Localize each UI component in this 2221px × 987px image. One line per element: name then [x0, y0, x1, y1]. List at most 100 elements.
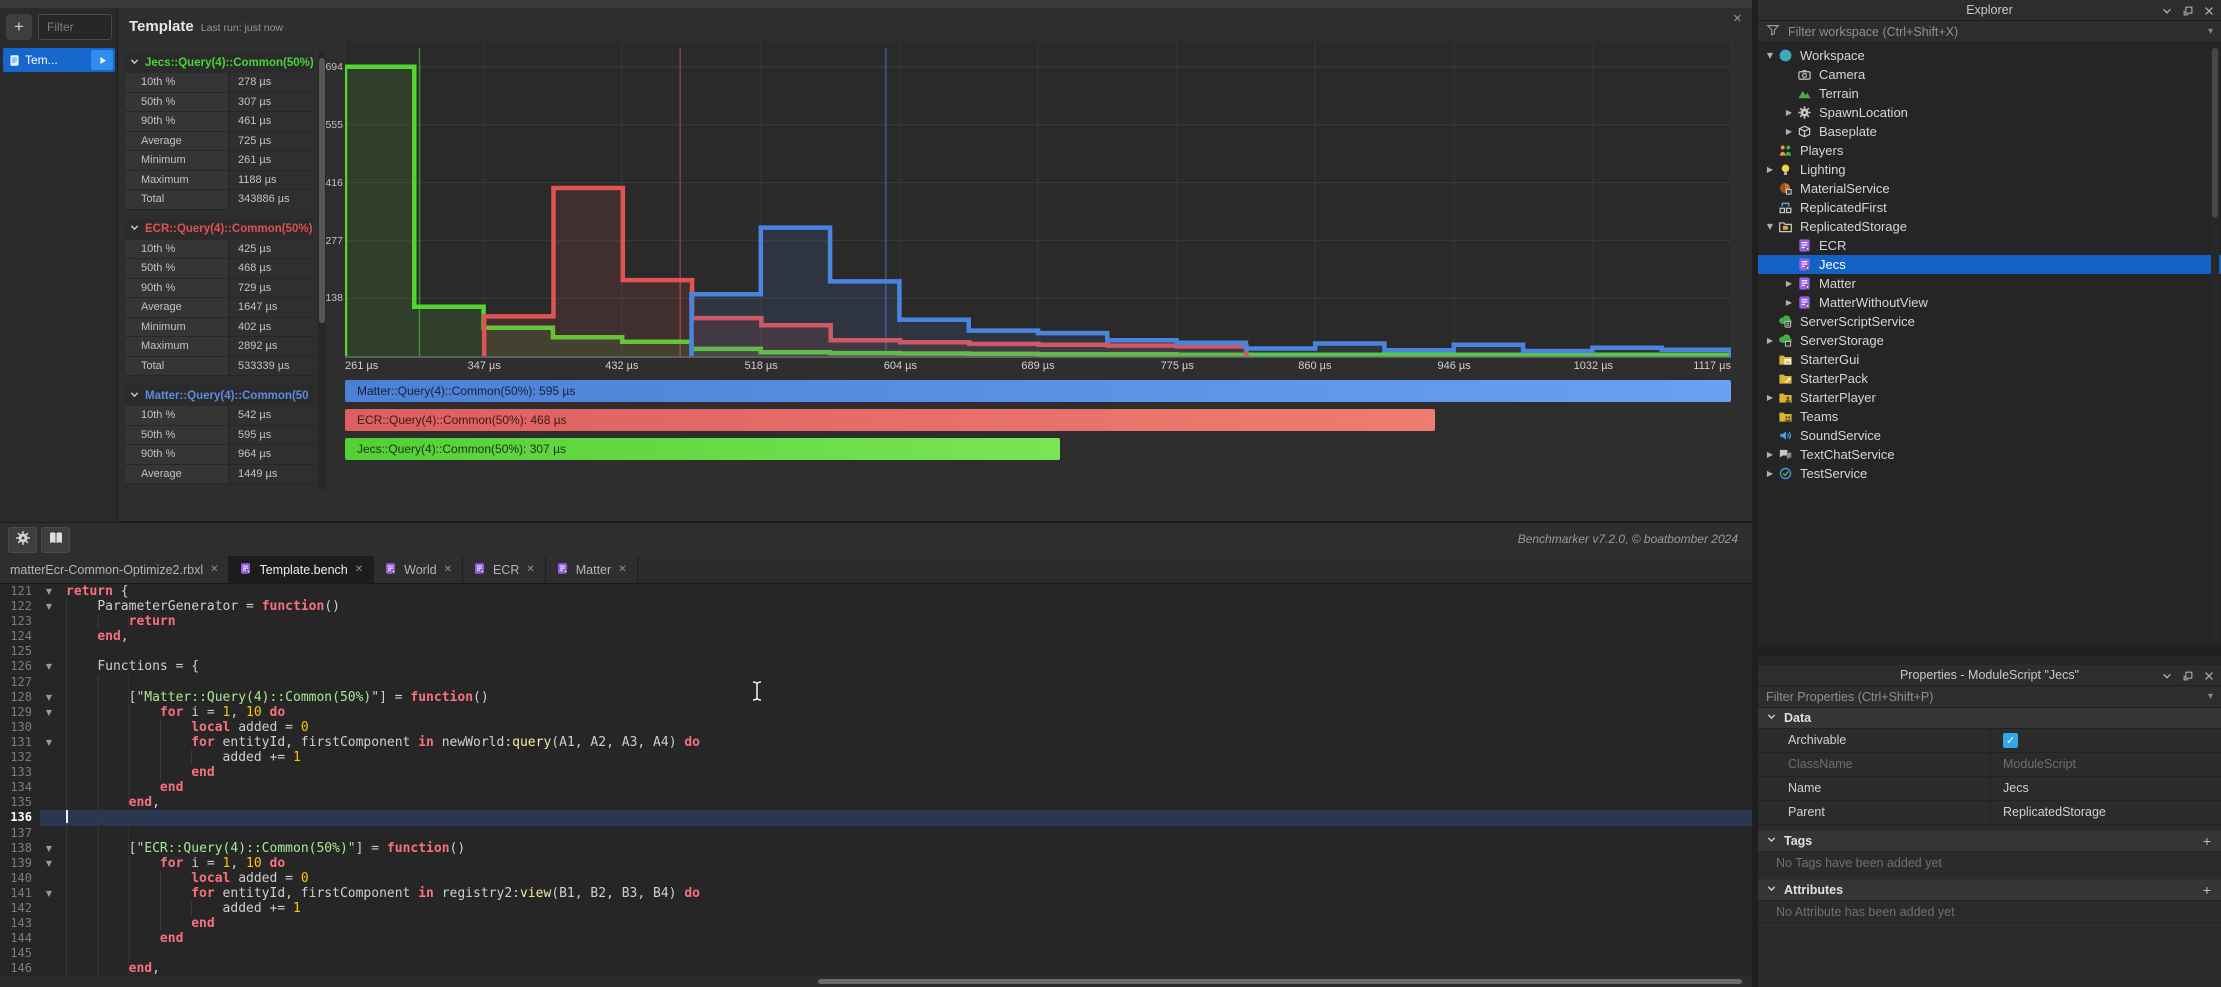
fold-arrow-icon[interactable]: ▼: [40, 705, 58, 720]
arrow-collapsed-icon[interactable]: ▶: [1782, 298, 1796, 307]
code-line[interactable]: 133 end: [0, 765, 1752, 780]
code-line[interactable]: 139▼ for i = 1, 10 do: [0, 856, 1752, 871]
tree-item-starterpack[interactable]: StarterPack: [1758, 369, 2221, 388]
properties-filter-input[interactable]: Filter Properties (Ctrl+Shift+P) ▾: [1758, 686, 2221, 708]
tab-close-icon[interactable]: ✕: [355, 564, 363, 575]
stats-group-header[interactable]: Jecs::Query(4)::Common(50%): [125, 52, 313, 73]
code-line[interactable]: 130 local added = 0: [0, 720, 1752, 735]
fold-arrow-icon[interactable]: ▼: [40, 735, 58, 750]
editor-tab[interactable]: Matter✕: [546, 556, 638, 583]
arrow-expanded-icon[interactable]: ▼: [1763, 51, 1777, 60]
code-line[interactable]: 137: [0, 826, 1752, 841]
code-line[interactable]: 141▼ for entityId, firstComponent in reg…: [0, 886, 1752, 901]
explorer-scrollbar[interactable]: [2211, 46, 2219, 641]
editor-horizontal-scrollbar[interactable]: [0, 976, 1752, 987]
tree-item-workspace[interactable]: ▼Workspace: [1758, 46, 2221, 65]
code-line[interactable]: 131▼ for entityId, firstComponent in new…: [0, 735, 1752, 750]
tab-close-icon[interactable]: ✕: [444, 564, 452, 575]
code-line[interactable]: 146 end,: [0, 961, 1752, 976]
editor-tab[interactable]: Template.bench✕: [229, 556, 374, 583]
tree-item-replicatedfirst[interactable]: ReplicatedFirst: [1758, 198, 2221, 217]
property-value[interactable]: Jecs: [1990, 777, 2221, 800]
editor-tab[interactable]: ECR✕: [463, 556, 546, 583]
tree-item-testservice[interactable]: ▶TestService: [1758, 464, 2221, 483]
section-header-data[interactable]: Data: [1758, 708, 2221, 729]
code-line[interactable]: 122▼ ParameterGenerator = function(): [0, 599, 1752, 614]
tree-item-terrain[interactable]: Terrain: [1758, 84, 2221, 103]
property-value[interactable]: ReplicatedStorage: [1990, 801, 2221, 824]
tree-item-replicatedstorage[interactable]: ▼ReplicatedStorage: [1758, 217, 2221, 236]
benchmarker-close-icon[interactable]: ✕: [1733, 12, 1742, 25]
float-window-icon[interactable]: [2182, 668, 2194, 688]
checkbox-checked[interactable]: ✓: [2003, 733, 2018, 748]
tree-item-lighting[interactable]: ▶Lighting: [1758, 160, 2221, 179]
arrow-collapsed-icon[interactable]: ▶: [1782, 127, 1796, 136]
tree-item-starterplayer[interactable]: ▶StarterPlayer: [1758, 388, 2221, 407]
arrow-collapsed-icon[interactable]: ▶: [1763, 450, 1777, 459]
tab-close-icon[interactable]: ✕: [210, 564, 218, 575]
tree-item-jecs[interactable]: Jecs: [1758, 255, 2221, 274]
code-line[interactable]: 128▼ ["Matter::Query(4)::Common(50%)"] =…: [0, 690, 1752, 705]
code-line[interactable]: 144 end: [0, 931, 1752, 946]
code-line[interactable]: 125: [0, 644, 1752, 659]
code-line[interactable]: 132 added += 1: [0, 750, 1752, 765]
editor-tab[interactable]: matterEcr-Common-Optimize2.rbxl✕: [0, 556, 229, 583]
code-line[interactable]: 142 added += 1: [0, 901, 1752, 916]
arrow-collapsed-icon[interactable]: ▶: [1763, 336, 1777, 345]
close-icon[interactable]: [2203, 668, 2215, 688]
settings-button[interactable]: [8, 527, 37, 553]
code-editor[interactable]: 121▼return {122▼ ParameterGenerator = fu…: [0, 584, 1752, 976]
fold-arrow-icon[interactable]: ▼: [40, 886, 58, 901]
code-line[interactable]: 127: [0, 675, 1752, 690]
code-line[interactable]: 126▼ Functions = {: [0, 659, 1752, 674]
stats-group-header[interactable]: ECR::Query(4)::Common(50%): [125, 219, 313, 240]
code-line[interactable]: 138▼ ["ECR::Query(4)::Common(50%)"] = fu…: [0, 841, 1752, 856]
tree-item-materialservice[interactable]: MaterialService: [1758, 179, 2221, 198]
tree-item-camera[interactable]: Camera: [1758, 65, 2221, 84]
fold-arrow-icon[interactable]: ▼: [40, 690, 58, 705]
tree-item-ecr[interactable]: ECR: [1758, 236, 2221, 255]
float-window-icon[interactable]: [2182, 3, 2194, 23]
run-benchmark-button[interactable]: [91, 50, 113, 70]
tree-item-textchatservice[interactable]: ▶TextChatService: [1758, 445, 2221, 464]
explorer-filter-input[interactable]: Filter workspace (Ctrl+Shift+X) ▾: [1758, 21, 2221, 43]
tree-item-matter[interactable]: ▶Matter: [1758, 274, 2221, 293]
tree-item-players[interactable]: Players: [1758, 141, 2221, 160]
property-value[interactable]: ✓: [1990, 729, 2221, 752]
fold-arrow-icon[interactable]: ▼: [40, 584, 58, 599]
code-line[interactable]: 124 end,: [0, 629, 1752, 644]
tab-close-icon[interactable]: ✕: [526, 564, 534, 575]
code-line[interactable]: 121▼return {: [0, 584, 1752, 599]
add-tags-button[interactable]: +: [2203, 833, 2211, 849]
editor-tab[interactable]: World✕: [374, 556, 463, 583]
code-line[interactable]: 129▼ for i = 1, 10 do: [0, 705, 1752, 720]
explorer-scrollbar-thumb[interactable]: [2212, 48, 2218, 218]
caret-down-icon[interactable]: ▾: [2208, 691, 2213, 702]
section-header-attributes[interactable]: Attributes+: [1758, 880, 2221, 901]
section-header-tags[interactable]: Tags+: [1758, 831, 2221, 852]
fold-arrow-icon[interactable]: ▼: [40, 841, 58, 856]
code-line[interactable]: 136: [0, 810, 1752, 825]
caret-down-icon[interactable]: ▾: [2208, 26, 2213, 37]
tree-item-matterwithoutview[interactable]: ▶MatterWithoutView: [1758, 293, 2221, 312]
tree-item-serverscriptservice[interactable]: ServerScriptService: [1758, 312, 2221, 331]
close-icon[interactable]: [2203, 3, 2215, 23]
arrow-collapsed-icon[interactable]: ▶: [1782, 108, 1796, 117]
arrow-collapsed-icon[interactable]: ▶: [1763, 393, 1777, 402]
add-attributes-button[interactable]: +: [2203, 882, 2211, 898]
code-line[interactable]: 123 return: [0, 614, 1752, 629]
tree-item-serverstorage[interactable]: ▶ServerStorage: [1758, 331, 2221, 350]
code-line[interactable]: 143 end: [0, 916, 1752, 931]
code-line[interactable]: 134 end: [0, 780, 1752, 795]
tree-item-startergui[interactable]: StarterGui: [1758, 350, 2221, 369]
code-line[interactable]: 145: [0, 946, 1752, 961]
arrow-expanded-icon[interactable]: ▼: [1763, 222, 1777, 231]
arrow-collapsed-icon[interactable]: ▶: [1763, 165, 1777, 174]
code-line[interactable]: 135 end,: [0, 795, 1752, 810]
fold-arrow-icon[interactable]: ▼: [40, 599, 58, 614]
stats-group-header[interactable]: Matter::Query(4)::Common(50: [125, 385, 313, 406]
benchmark-list-item[interactable]: Tem...: [3, 48, 115, 72]
hscrollbar-thumb[interactable]: [818, 979, 1742, 984]
add-benchmark-button[interactable]: +: [6, 14, 32, 40]
tree-item-spawnlocation[interactable]: ▶SpawnLocation: [1758, 103, 2221, 122]
